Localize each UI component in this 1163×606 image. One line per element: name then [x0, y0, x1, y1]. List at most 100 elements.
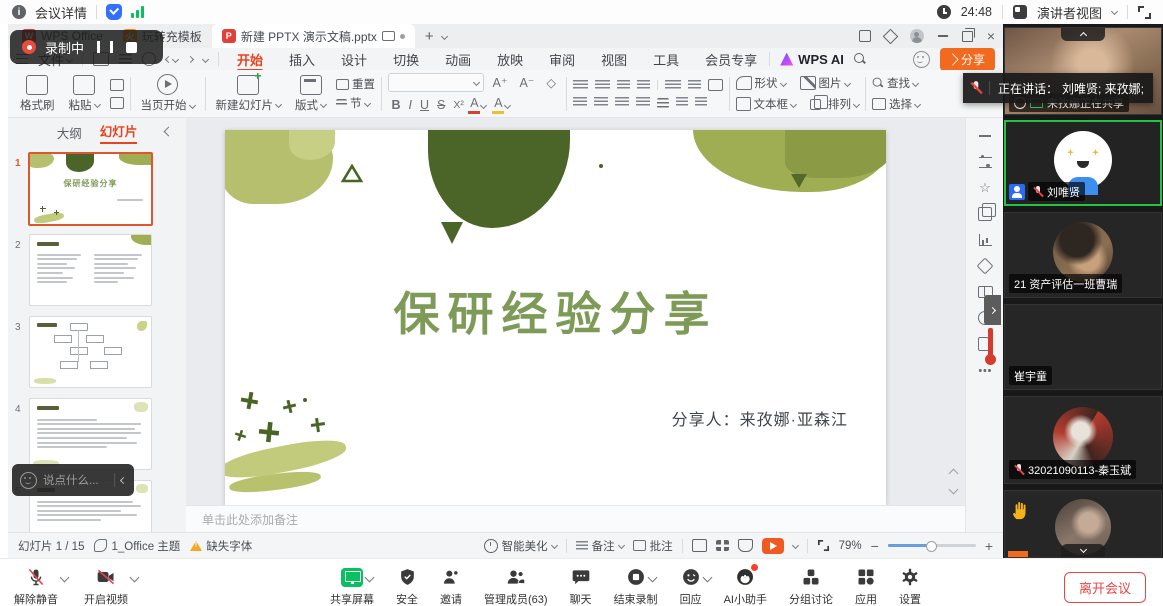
scroll-down-icon[interactable]	[949, 485, 959, 495]
columns-icon[interactable]	[657, 98, 669, 108]
slide-sorter-view-icon[interactable]	[716, 540, 729, 551]
invite-button[interactable]: 邀请	[440, 566, 462, 606]
slide-thumbnail-2[interactable]	[29, 234, 152, 306]
slideshow-play-button[interactable]	[762, 538, 784, 554]
leave-meeting-button[interactable]: 离开会议	[1064, 572, 1146, 603]
undo-button[interactable]	[166, 57, 178, 62]
share-button[interactable]: 分享	[940, 48, 995, 71]
format-painter-button[interactable]: 格式刷	[16, 75, 59, 113]
redo-button[interactable]	[187, 55, 194, 62]
ribbon-tab-review[interactable]: 审阅	[547, 50, 577, 69]
security-button[interactable]: 安全	[396, 566, 418, 606]
find-button[interactable]: 查找	[872, 75, 918, 91]
breakout-rooms-button[interactable]: 分组讨论	[789, 566, 833, 606]
apps-button[interactable]: 应用	[855, 566, 877, 606]
collapse-chat-icon[interactable]	[120, 476, 127, 483]
info-icon[interactable]: i	[12, 5, 26, 19]
participant-tile[interactable]: 崔宇童	[1004, 304, 1162, 390]
favorites-star-icon[interactable]: ☆	[977, 180, 993, 196]
ribbon-tab-transition[interactable]: 切换	[391, 50, 421, 69]
chat-button[interactable]: 聊天	[570, 566, 592, 606]
search-icon[interactable]	[854, 53, 866, 65]
tab-list-chevron-icon[interactable]	[441, 32, 448, 39]
notes-button[interactable]: 备注	[576, 538, 624, 554]
notes-bar[interactable]: 单击此处添加备注	[186, 505, 965, 532]
layers-icon[interactable]	[977, 206, 993, 222]
paragraph-settings-icon[interactable]	[695, 97, 707, 108]
participant-tile-hand-raised[interactable]	[1004, 490, 1162, 558]
collapse-strip-icon[interactable]	[977, 128, 993, 144]
grow-font-button[interactable]: A⁺	[489, 75, 511, 90]
feedback-icon[interactable]	[913, 51, 930, 68]
record-options-chevron[interactable]	[647, 573, 657, 583]
ai-assistant-button[interactable]: AI小助手	[724, 566, 767, 606]
theme-indicator[interactable]: 1_Office 主题	[94, 538, 180, 554]
wps-ai-button[interactable]: WPS AI	[780, 52, 844, 67]
participant-tile[interactable]: 32021090113-秦玉斌	[1004, 396, 1162, 484]
superscript-button[interactable]: X²	[450, 99, 468, 111]
copy-icon[interactable]	[110, 97, 124, 109]
slides-tab[interactable]: 幻灯片	[100, 121, 138, 144]
meeting-details-button[interactable]: 会议详情	[35, 3, 87, 22]
select-button[interactable]: 选择	[872, 96, 920, 112]
play-options-chevron[interactable]	[792, 542, 799, 549]
zoom-slider[interactable]	[888, 544, 976, 547]
picture-button[interactable]: 图片	[800, 75, 850, 91]
missing-font-warning[interactable]: 缺失字体	[190, 538, 252, 554]
stop-recording-button[interactable]	[126, 42, 137, 53]
zoom-level[interactable]: 79%	[839, 540, 862, 552]
align-left-icon[interactable]	[573, 97, 587, 108]
ribbon-tab-view[interactable]: 视图	[599, 50, 629, 69]
vertical-align-icon[interactable]	[676, 97, 688, 108]
restore-button[interactable]	[962, 31, 973, 42]
align-center-icon[interactable]	[594, 97, 608, 108]
normal-view-icon[interactable]	[692, 539, 707, 552]
play-from-current-button[interactable]: 当页开始	[137, 74, 199, 113]
ribbon-tab-tools[interactable]: 工具	[651, 50, 681, 69]
increase-indent-icon[interactable]	[637, 80, 650, 91]
underline-button[interactable]: U	[417, 98, 433, 112]
security-shield-icon[interactable]	[106, 4, 122, 20]
zoom-in-button[interactable]: +	[985, 538, 993, 554]
arrange-button[interactable]: 排列	[810, 96, 859, 112]
outline-tab[interactable]: 大纲	[57, 123, 82, 142]
fit-slide-icon[interactable]	[818, 540, 829, 551]
close-button[interactable]: ×	[987, 28, 995, 44]
video-options-chevron[interactable]	[130, 573, 140, 583]
line-spacing-icon[interactable]	[688, 80, 701, 91]
chat-quick-input[interactable]: 说点什么...	[12, 464, 134, 496]
minimize-button[interactable]	[938, 35, 948, 37]
collapse-panel-icon[interactable]	[164, 127, 174, 137]
stop-recording-button[interactable]: 结束录制	[614, 566, 658, 606]
font-family-select[interactable]	[388, 73, 484, 92]
ribbon-tab-member[interactable]: 会员专享	[703, 50, 759, 69]
chart-helper-icon[interactable]	[977, 232, 993, 248]
share-options-chevron[interactable]	[365, 573, 375, 583]
ribbon-tab-animation[interactable]: 动画	[443, 50, 473, 69]
ribbon-tab-home[interactable]: 开始	[235, 50, 265, 69]
slide-thumbnail-3[interactable]	[29, 316, 152, 388]
audio-options-chevron[interactable]	[60, 573, 70, 583]
fullscreen-icon[interactable]	[1138, 6, 1151, 19]
emoji-icon[interactable]	[20, 472, 37, 489]
settings-button[interactable]: 设置	[899, 566, 921, 606]
manage-members-button[interactable]: 管理成员(63)	[484, 566, 548, 606]
reset-button[interactable]: 重置	[336, 76, 375, 92]
slide-thumbnail-1[interactable]: 保研经验分享	[28, 152, 153, 226]
collapse-tile-notch[interactable]	[1061, 28, 1105, 41]
slide-canvas[interactable]: 保研经验分享 分享人：来孜娜·亚森江	[225, 130, 886, 505]
design-tools-icon[interactable]	[977, 258, 993, 274]
3d-viewer-icon[interactable]	[883, 28, 899, 44]
shrink-font-button[interactable]: A⁻	[516, 75, 538, 90]
convert-smartart-icon[interactable]	[708, 79, 723, 91]
wps-document-tab[interactable]: P 新建 PPTX 演示文稿.pptx	[212, 24, 415, 48]
reading-view-icon[interactable]	[738, 539, 753, 552]
paste-button[interactable]: 粘贴	[65, 75, 104, 113]
bold-button[interactable]: B	[388, 98, 404, 112]
ribbon-tab-design[interactable]: 设计	[339, 50, 369, 69]
zoom-out-button[interactable]: −	[871, 538, 879, 554]
numbered-list-icon[interactable]	[595, 80, 610, 91]
slide-thumbnail-4[interactable]	[29, 398, 152, 470]
cut-icon[interactable]	[110, 79, 124, 91]
slide-presenter[interactable]: 分享人：来孜娜·亚森江	[672, 406, 848, 430]
